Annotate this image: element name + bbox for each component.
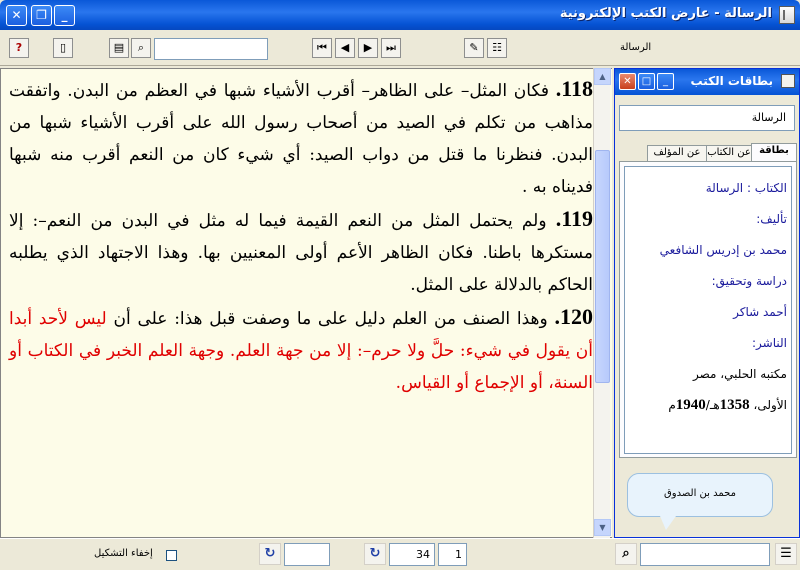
- panel-minimize-button[interactable]: _: [657, 73, 674, 90]
- paragraph: 118. فكان المثل– على الظاهر– أقرب الأشيا…: [9, 73, 593, 203]
- last-page-icon: ⏭: [386, 41, 396, 54]
- scroll-up-button[interactable]: ▲: [594, 68, 611, 85]
- bookmark-icon: ✎: [469, 41, 479, 54]
- tab-card-content: الكتاب : الرسالة تأليف: محمد بن إدريس ال…: [619, 161, 797, 458]
- card-editor-label: دراسة وتحقيق:: [711, 274, 787, 288]
- menu-icon: ☰: [780, 546, 792, 561]
- restore-button[interactable]: ❐: [31, 5, 52, 26]
- scroll-thumb[interactable]: [595, 150, 610, 383]
- panel-close-button[interactable]: ✕: [619, 73, 636, 90]
- refresh-icon: ↻: [369, 546, 381, 561]
- close-button[interactable]: ✕: [6, 5, 27, 26]
- help-icon: ?: [15, 41, 23, 54]
- toolbar: ? ▯ ▤ ⌕ ⏮ ◀ ▶ ⏭ ✎ ☷ الرسالة: [0, 30, 800, 66]
- first-page-icon: ⏮: [317, 41, 327, 54]
- paragraph-number: 118.: [555, 76, 593, 101]
- user-bubble: محمد بن الصدوق: [627, 473, 773, 530]
- tree-view-button[interactable]: ☷: [487, 38, 507, 58]
- open-book-button[interactable]: ▤: [109, 38, 129, 58]
- page-number-input[interactable]: 34: [389, 543, 435, 566]
- tree-icon: ☷: [492, 41, 502, 54]
- next-page-icon: ▶: [363, 41, 373, 54]
- tab-card[interactable]: بطاقة: [751, 143, 797, 161]
- tab-about-book[interactable]: عن الكتاب: [705, 145, 753, 161]
- minimize-icon: _: [663, 76, 668, 87]
- card-publisher: مكتبه الحلبي، مصر: [692, 367, 787, 381]
- card-author-label: تأليف:: [756, 212, 787, 226]
- toolbar-search-input[interactable]: [154, 38, 268, 60]
- paragraph-text: فكان المثل– على الظاهر– أقرب الأشياء شبه…: [9, 81, 593, 197]
- bookmark-button[interactable]: ✎: [464, 38, 484, 58]
- find-button[interactable]: ⌕: [615, 543, 637, 565]
- close-icon: ✕: [623, 76, 632, 87]
- book-icon: ▤: [113, 41, 125, 54]
- close-icon: ✕: [11, 8, 22, 22]
- search-button[interactable]: ⌕: [131, 38, 151, 58]
- paragraph: 120. وهذا الصنف من العلم دليل على ما وصف…: [9, 301, 593, 399]
- panel-icon: [781, 74, 795, 88]
- last-page-button[interactable]: ⏭: [381, 38, 401, 58]
- panel-title-bar[interactable]: ✕ □ _ بطاقات الكتب: [615, 69, 799, 95]
- paragraph-text: ولم يحتمل المثل من النعم القيمة فيما له …: [9, 211, 593, 295]
- current-book-label: الرسالة: [620, 42, 652, 53]
- binoculars-icon: ⌕: [622, 546, 630, 561]
- app-icon: [779, 6, 795, 24]
- book-card: الكتاب : الرسالة تأليف: محمد بن إدريس ال…: [624, 166, 792, 454]
- next-page-button[interactable]: ▶: [358, 38, 378, 58]
- edition-suffix: م: [668, 398, 676, 412]
- card-publisher-label: الناشر:: [752, 336, 787, 350]
- paragraph-number: 120.: [554, 304, 594, 329]
- edition-hijri: 1358: [719, 397, 750, 413]
- card-edition: الأولى، 1358هـ/1940م: [627, 390, 787, 421]
- text-scrollbar[interactable]: ▲ ▼: [593, 68, 611, 538]
- search-icon: ⌕: [137, 41, 145, 54]
- menu-button[interactable]: ☰: [775, 543, 797, 565]
- paragraph-number: 119.: [555, 206, 593, 231]
- edition-mid: هـ/: [705, 398, 720, 412]
- goto-button-1[interactable]: ↻: [259, 543, 281, 565]
- panel-tabs: بطاقة عن الكتاب عن المؤلف: [617, 143, 799, 161]
- card-author: محمد بن إدريس الشافعي: [659, 243, 787, 257]
- status-bar: إخفاء التشكيل ↻ ↻ 34 1 ⌕ ☰: [0, 538, 800, 570]
- minimize-icon: _: [61, 8, 68, 22]
- scroll-down-button[interactable]: ▼: [594, 519, 611, 536]
- window-title-bar[interactable]: ✕ ❐ _ الرسالة - عارض الكتب الإلكترونية: [0, 0, 800, 30]
- panel-title: بطاقات الكتب: [690, 74, 774, 88]
- page-icon: ▯: [59, 41, 67, 54]
- book-name-field[interactable]: الرسالة: [619, 105, 795, 131]
- prev-page-button[interactable]: ◀: [335, 38, 355, 58]
- prev-page-icon: ◀: [340, 41, 350, 54]
- part-number-input[interactable]: 1: [438, 543, 467, 566]
- card-editor: أحمد شاكر: [733, 305, 787, 319]
- goto-button-2[interactable]: ↻: [364, 543, 386, 565]
- paragraph-text: وهذا الصنف من العلم دليل على ما وصفت قبل…: [106, 309, 555, 329]
- help-button[interactable]: ?: [9, 38, 29, 58]
- window-title: الرسالة - عارض الكتب الإلكترونية: [559, 6, 772, 21]
- tab-about-author[interactable]: عن المؤلف: [647, 145, 707, 161]
- hide-diacritics-label: إخفاء التشكيل: [94, 548, 153, 559]
- hide-diacritics-checkbox[interactable]: [166, 550, 177, 561]
- first-page-button[interactable]: ⏮: [312, 38, 332, 58]
- status-search-input[interactable]: [640, 543, 770, 566]
- book-cards-panel: ✕ □ _ بطاقات الكتب الرسالة بطاقة عن الكت…: [614, 68, 800, 538]
- paragraph: 119. ولم يحتمل المثل من النعم القيمة فيم…: [9, 203, 593, 301]
- restore-icon: ❐: [36, 8, 47, 22]
- minimize-button[interactable]: _: [54, 5, 75, 26]
- page-view-button[interactable]: ▯: [53, 38, 73, 58]
- edition-prefix: الأولى،: [749, 398, 787, 412]
- refresh-icon: ↻: [264, 546, 276, 561]
- status-field-a[interactable]: [284, 543, 330, 566]
- card-book-label: الكتاب : الرسالة: [705, 181, 787, 195]
- panel-maximize-button[interactable]: □: [638, 73, 655, 90]
- edition-greg: 1940: [675, 397, 706, 413]
- book-text: 118. فكان المثل– على الظاهر– أقرب الأشيا…: [9, 73, 593, 399]
- maximize-icon: □: [641, 76, 652, 87]
- book-text-pane[interactable]: 118. فكان المثل– على الظاهر– أقرب الأشيا…: [0, 68, 612, 538]
